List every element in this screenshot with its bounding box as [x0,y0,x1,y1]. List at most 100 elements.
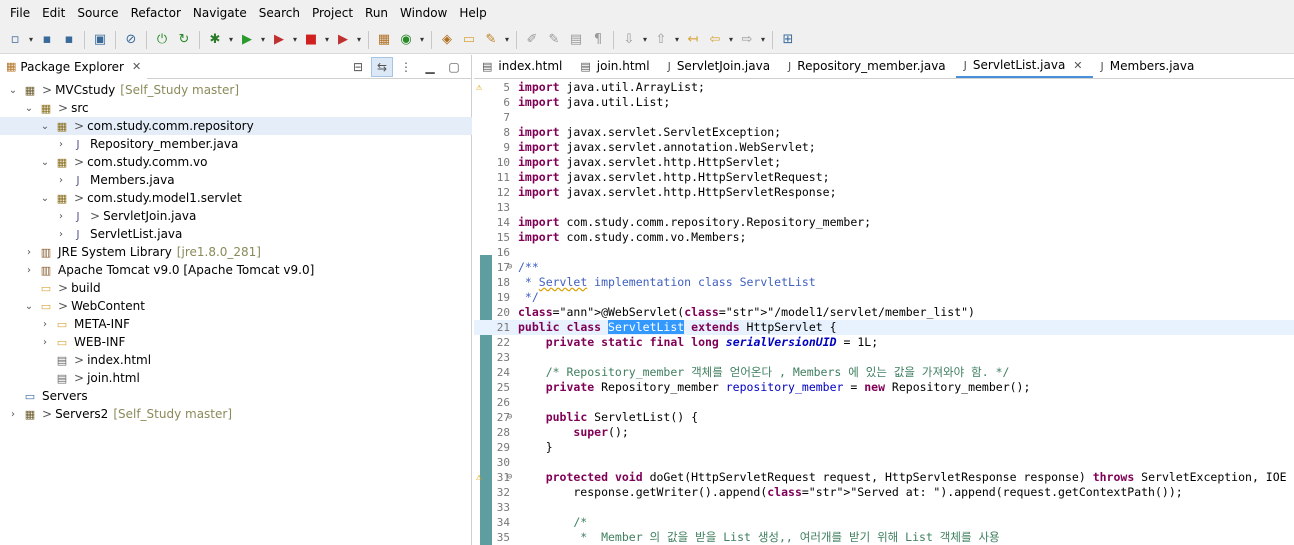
back-dropdown-icon[interactable]: ▾ [727,31,735,49]
fold-icon[interactable]: ⊖ [507,470,512,485]
tree-item[interactable]: ▤ > index.html [0,351,472,369]
forward-icon[interactable]: ⇨ [738,31,756,49]
code-line[interactable]: 23 [474,350,1294,365]
annotation-icon[interactable]: ✐ [523,31,541,49]
code-line[interactable]: 35 * Member 의 값을 받을 List 생성,, 여러개를 받기 위해… [474,530,1294,545]
tree-item[interactable]: ⌄ ▦ > com.study.comm.vo [0,153,472,171]
tree-item[interactable]: ⌄ ▦ > com.study.comm.repository [0,117,472,135]
code-line[interactable]: 12 import javax.servlet.http.HttpServletR… [474,185,1294,200]
tree-item[interactable]: ▤ > join.html [0,369,472,387]
refresh-server-icon[interactable]: ↻ [175,31,193,49]
code-line[interactable]: 19 */ [474,290,1294,305]
code-line[interactable]: 17 ⊖/** [474,260,1294,275]
show-whitespace-icon[interactable]: ¶ [589,31,607,49]
forward-dropdown-icon[interactable]: ▾ [759,31,767,49]
expanded-chevron-icon[interactable]: ⌄ [40,193,50,204]
tree-item[interactable]: › J Members.java [0,171,472,189]
tree-item[interactable]: › J Repository_member.java [0,135,472,153]
collapsed-chevron-icon[interactable]: › [56,175,66,186]
collapsed-chevron-icon[interactable]: › [24,247,34,258]
code-line[interactable]: 7 [474,110,1294,125]
code-line[interactable]: 11 import javax.servlet.http.HttpServletR… [474,170,1294,185]
edit-icon[interactable]: ✎ [545,31,563,49]
deploy-icon[interactable]: ▶ [334,31,352,49]
collapsed-chevron-icon[interactable]: › [40,319,50,330]
save-icon[interactable]: ▪ [38,31,56,49]
tree-item[interactable]: › ▭ META-INF [0,315,472,333]
stop-dropdown-icon[interactable]: ▾ [323,31,331,49]
fold-icon[interactable]: ⊖ [507,410,512,425]
editor-tab[interactable]: J Members.java [1093,54,1205,78]
menu-navigate[interactable]: Navigate [187,0,253,26]
link-with-editor-icon[interactable]: ⇆ [371,56,393,77]
code-line[interactable]: 33 [474,500,1294,515]
terminal-icon[interactable]: ▣ [91,31,109,49]
editor-tab[interactable]: J ServletList.java ✕ [955,54,1093,78]
open-perspective-icon[interactable]: ⊞ [779,31,797,49]
tree-item[interactable]: ▭ Servers [0,387,472,405]
tree-item[interactable]: › J > ServletJoin.java [0,207,472,225]
warning-icon[interactable]: ⚠ [476,80,482,95]
stop-icon[interactable]: ■ [302,31,320,49]
collapsed-chevron-icon[interactable]: › [56,229,66,240]
menu-source[interactable]: Source [71,0,124,26]
expanded-chevron-icon[interactable]: ⌄ [8,85,18,96]
next-annotation-icon[interactable]: ⇩ [620,31,638,49]
fold-icon[interactable]: ⊖ [507,260,512,275]
editor-tab[interactable]: J Repository_member.java [780,54,956,78]
collapsed-chevron-icon[interactable]: › [8,409,18,420]
save-all-icon[interactable]: ▪ [60,31,78,49]
power-icon[interactable]: ⏻ [153,31,171,49]
code-line[interactable]: 31 ⊖ ⚠ protected void doGet(HttpServletReq… [474,470,1294,485]
collapsed-chevron-icon[interactable]: › [56,211,66,222]
debug-dropdown-icon[interactable]: ▾ [227,31,235,49]
prev-annotation-dropdown-icon[interactable]: ▾ [673,31,681,49]
block-selection-icon[interactable]: ▤ [567,31,585,49]
expanded-chevron-icon[interactable]: ⌄ [24,301,34,312]
code-line[interactable]: 34 /* [474,515,1294,530]
open-type-icon[interactable]: ◈ [438,31,456,49]
close-icon[interactable]: ✕ [132,60,141,73]
collapsed-chevron-icon[interactable]: › [24,265,34,276]
search-dropdown-icon[interactable]: ▾ [503,31,511,49]
collapsed-chevron-icon[interactable]: › [56,139,66,150]
tab-package-explorer[interactable]: ▦ Package Explorer ✕ [0,54,148,79]
menu-search[interactable]: Search [253,0,306,26]
code-line[interactable]: 24 /* Repository_member 객체를 얻어온다 , Membe… [474,365,1294,380]
code-line[interactable]: 21 public class ServletList extends HttpS… [474,320,1294,335]
code-editor[interactable]: 5 ⚠ import java.util.ArrayList; 6 import jav… [474,80,1294,545]
menu-help[interactable]: Help [453,0,492,26]
collapsed-chevron-icon[interactable]: › [40,337,50,348]
tree-item[interactable]: › ▦ > Servers2 [Self_Study master] [0,405,472,423]
last-edit-icon[interactable]: ↤ [684,31,702,49]
code-line[interactable]: 28 super(); [474,425,1294,440]
open-folder-icon[interactable]: ▭ [460,31,478,49]
new-dropdown-icon[interactable]: ▾ [27,31,35,49]
tree-item[interactable]: › ▥ JRE System Library [jre1.8.0_281] [0,243,472,261]
back-icon[interactable]: ⇦ [706,31,724,49]
code-line[interactable]: 6 import java.util.List; [474,95,1294,110]
code-line[interactable]: 10 import javax.servlet.http.HttpServlet; [474,155,1294,170]
tree-item[interactable]: › J ServletList.java [0,225,472,243]
code-line[interactable]: 14 import com.study.comm.repository.Repos… [474,215,1294,230]
menu-file[interactable]: File [4,0,36,26]
maximize-icon[interactable]: ▢ [443,57,465,77]
tree-item[interactable]: ⌄ ▦ > MVCstudy [Self_Study master] [0,81,472,99]
code-line[interactable]: 20 class="ann">@WebServlet(class="str">"/… [474,305,1294,320]
new-package-icon[interactable]: ▦ [375,31,393,49]
code-line[interactable]: 5 ⚠ import java.util.ArrayList; [474,80,1294,95]
expanded-chevron-icon[interactable]: ⌄ [40,157,50,168]
view-menu-icon[interactable]: ⋮ [395,57,417,77]
search-icon[interactable]: ✎ [482,31,500,49]
collapse-all-icon[interactable]: ⊟ [347,57,369,77]
code-line[interactable]: 30 [474,455,1294,470]
next-annotation-dropdown-icon[interactable]: ▾ [641,31,649,49]
code-line[interactable]: 27 ⊖ public ServletList() { [474,410,1294,425]
tree-item[interactable]: › ▭ WEB-INF [0,333,472,351]
code-line[interactable]: 22 private static final long serialVersi… [474,335,1294,350]
code-line[interactable]: 13 [474,200,1294,215]
deploy-dropdown-icon[interactable]: ▾ [355,31,363,49]
minimize-icon[interactable]: ▁ [419,57,441,77]
new-class-dropdown-icon[interactable]: ▾ [418,31,426,49]
code-line[interactable]: 26 [474,395,1294,410]
